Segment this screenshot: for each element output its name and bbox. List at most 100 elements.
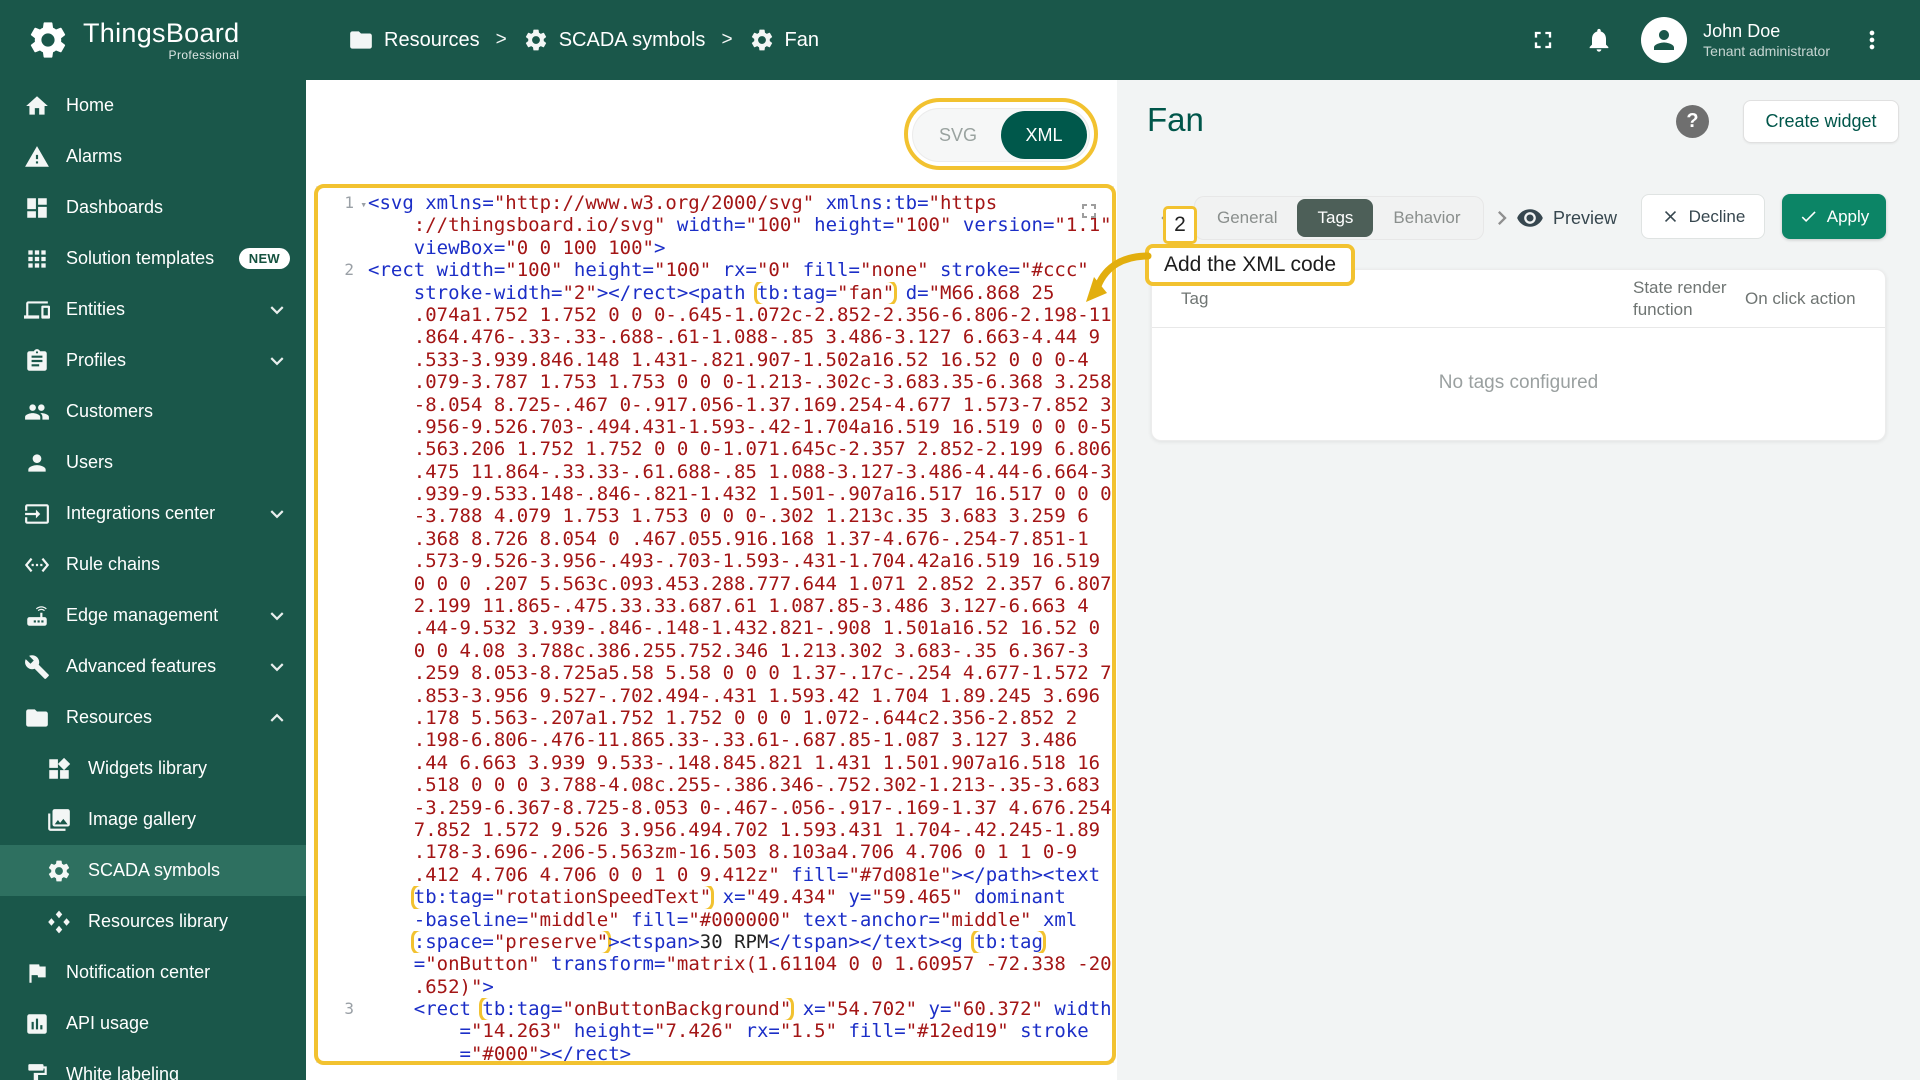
breadcrumb-separator: > <box>721 29 732 51</box>
expand-editor-icon[interactable] <box>1077 199 1101 223</box>
kebab-menu-icon[interactable] <box>1858 26 1886 54</box>
sidebar-item-advanced-features[interactable]: Advanced features <box>0 641 306 692</box>
code-line: .939-9.533.148-.846-.821-1.432 1.501-.90… <box>317 483 1113 505</box>
preview-button[interactable]: Preview <box>1516 204 1617 232</box>
sidebar-item-widgets-library[interactable]: Widgets library <box>0 743 306 794</box>
code-line: .412 4.706 4.706 0 0 1 0 9.412z" fill="#… <box>317 864 1113 886</box>
tutorial-step-badge: 2 <box>1163 206 1197 244</box>
line-number <box>317 752 368 774</box>
fullscreen-icon[interactable] <box>1529 26 1557 54</box>
column-header-state-render-function: State render function <box>1633 277 1745 320</box>
column-header-on-click-action: On click action <box>1745 288 1877 309</box>
preview-label: Preview <box>1553 208 1617 229</box>
breadcrumb-item-fan[interactable]: Fan <box>749 27 819 53</box>
breadcrumb-item-resources[interactable]: Resources <box>348 27 480 53</box>
line-number <box>317 1020 368 1042</box>
line-number <box>317 282 368 304</box>
line-number <box>317 237 368 259</box>
chevdown-icon <box>264 603 290 629</box>
sidebar-item-api-usage[interactable]: API usage <box>0 998 306 1049</box>
line-number: 1▾ <box>317 192 368 214</box>
devices-icon <box>24 297 50 323</box>
sidebar-item-integrations-center[interactable]: Integrations center <box>0 488 306 539</box>
gallery-icon <box>46 807 72 833</box>
symbol-details-panel: Fan ? Create widget GeneralTagsBehavior … <box>1136 80 1920 1080</box>
line-number <box>317 640 368 662</box>
code-line: .198-6.806-.476-11.865.33-.33.61-.687.85… <box>317 729 1113 751</box>
sidebar-item-resources[interactable]: Resources <box>0 692 306 743</box>
code-line: 0 0 4.08 3.788c.386.255.752.346 1.213.30… <box>317 640 1113 662</box>
page-title: Fan <box>1147 101 1204 139</box>
apply-button[interactable]: Apply <box>1782 194 1886 239</box>
input-icon <box>24 501 50 527</box>
code-line: .368 8.726 8.054 0 .467.055.916.168 1.37… <box>317 528 1113 550</box>
dashboards-icon <box>24 195 50 221</box>
decline-label: Decline <box>1689 207 1746 227</box>
line-number <box>317 573 368 595</box>
thingsboard-app: ThingsBoard Professional Resources > SCADA… <box>0 0 1920 1080</box>
tab-tags[interactable]: Tags <box>1297 199 1373 237</box>
toggle-option-svg[interactable]: SVG <box>915 111 1001 159</box>
code-line: viewBox="0 0 100 100"> <box>317 237 1113 259</box>
code-line: .864.476-.33-.33-.688-.61-1.088-.85 3.48… <box>317 326 1113 348</box>
tb-tag-highlight: tb:tag <box>974 931 1043 953</box>
svg-xml-toggle: SVGXML <box>912 108 1090 162</box>
line-number: 2 <box>317 259 368 281</box>
line-number <box>317 214 368 236</box>
code-line: .563.206 1.752 1.752 0 0 0-1.071.645c-2.… <box>317 438 1113 460</box>
notifications-bell-icon[interactable] <box>1585 26 1613 54</box>
column-header-tag: Tag <box>1181 288 1633 309</box>
toggle-option-xml[interactable]: XML <box>1001 111 1087 159</box>
thingsboard-logo-icon <box>26 18 70 62</box>
sidebar-item-entities[interactable]: Entities <box>0 284 306 335</box>
line-number <box>317 550 368 572</box>
app-logo-text: ThingsBoard Professional <box>83 18 239 62</box>
help-button[interactable]: ? <box>1676 105 1709 138</box>
app-logo[interactable]: ThingsBoard Professional <box>0 18 306 62</box>
code-line: :space="preserve"><tspan>30 RPM</tspan><… <box>317 931 1113 953</box>
sidebar-item-home[interactable]: Home <box>0 80 306 131</box>
code-line: -baseline="middle" fill="#000000" text-a… <box>317 909 1113 931</box>
sidebar-item-white-labeling[interactable]: White labeling <box>0 1049 306 1080</box>
create-widget-button[interactable]: Create widget <box>1743 100 1899 143</box>
code-line: 1▾<svg xmlns="http://www.w3.org/2000/svg… <box>317 192 1113 214</box>
line-number <box>317 976 368 998</box>
tab-behavior[interactable]: Behavior <box>1373 199 1480 237</box>
breadcrumb-item-scada-symbols[interactable]: SCADA symbols <box>523 27 706 53</box>
sidebar-item-customers[interactable]: Customers <box>0 386 306 437</box>
decline-button[interactable]: Decline <box>1641 194 1765 239</box>
line-number <box>317 371 368 393</box>
sidebar-item-dashboards[interactable]: Dashboards <box>0 182 306 233</box>
sidebar-item-image-gallery[interactable]: Image gallery <box>0 794 306 845</box>
line-number <box>317 774 368 796</box>
chevdown-icon <box>264 654 290 680</box>
sidebar-item-edge-management[interactable]: Edge management <box>0 590 306 641</box>
people-icon <box>24 399 50 425</box>
sidebar-item-alarms[interactable]: Alarms <box>0 131 306 182</box>
user-info: John Doe Tenant administrator <box>1703 20 1830 60</box>
line-number <box>317 1043 368 1063</box>
sidebar-item-solution-templates[interactable]: Solution templatesNEW <box>0 233 306 284</box>
fold-caret[interactable]: ▾ <box>360 194 367 216</box>
close-icon <box>1661 207 1680 226</box>
sidebar-item-notification-center[interactable]: Notification center <box>0 947 306 998</box>
sidebar-item-resources-library[interactable]: Resources library <box>0 896 306 947</box>
line-number <box>317 349 368 371</box>
tabs-scroll-right-icon[interactable] <box>1488 204 1516 232</box>
sidebar-item-rule-chains[interactable]: Rule chains <box>0 539 306 590</box>
build-icon <box>24 654 50 680</box>
sidebar-item-users[interactable]: Users <box>0 437 306 488</box>
line-number <box>317 797 368 819</box>
line-number <box>317 662 368 684</box>
line-number <box>317 505 368 527</box>
xml-code-editor[interactable]: 1▾<svg xmlns="http://www.w3.org/2000/svg… <box>316 186 1114 1063</box>
code-line: .074a1.752 1.752 0 0 0-.645-1.072c-2.852… <box>317 304 1113 326</box>
code-line: 2<rect width="100" height="100" rx="0" f… <box>317 259 1113 281</box>
line-number <box>317 438 368 460</box>
sidebar-item-profiles[interactable]: Profiles <box>0 335 306 386</box>
tb-tag-highlight: tb:tag="rotationSpeedText" <box>414 886 711 908</box>
code-line: .853-3.956 9.527-.702.494-.431 1.593.42 … <box>317 685 1113 707</box>
user-avatar[interactable] <box>1641 17 1687 63</box>
tab-general[interactable]: General <box>1197 199 1297 237</box>
sidebar-item-scada-symbols[interactable]: SCADA symbols <box>0 845 306 896</box>
